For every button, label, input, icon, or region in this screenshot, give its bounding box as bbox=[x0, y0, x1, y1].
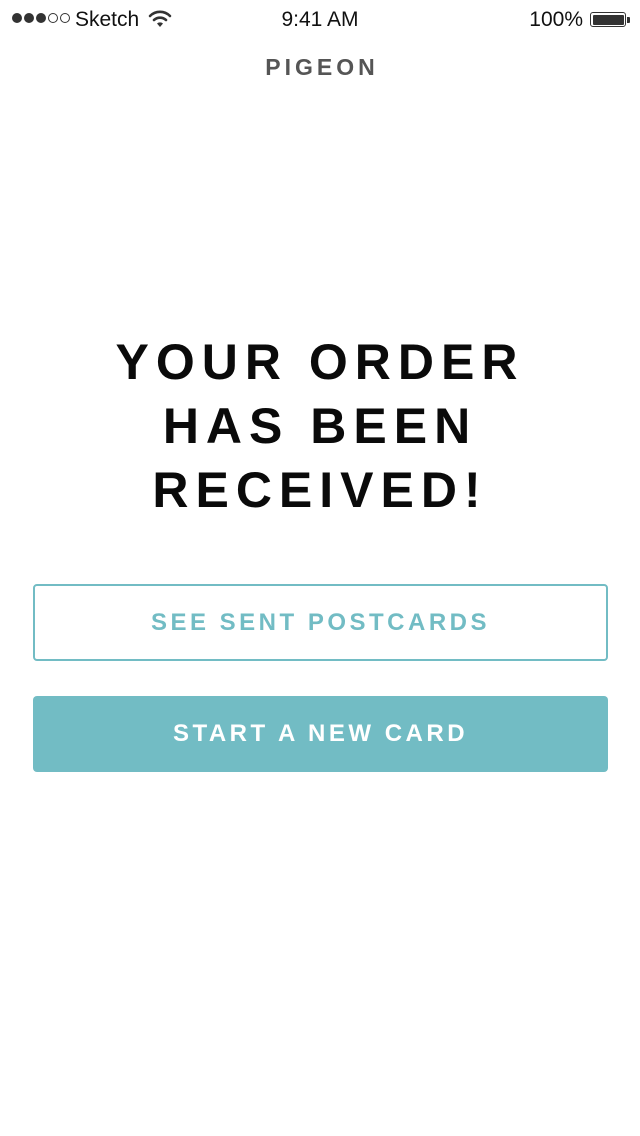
status-bar: Sketch 9:41 AM 100% bbox=[0, 0, 640, 40]
start-new-card-button[interactable]: START A NEW CARD bbox=[33, 696, 608, 772]
order-confirmation-heading: YOUR ORDER HAS BEEN RECEIVED! bbox=[60, 330, 580, 522]
app-title: PIGEON bbox=[265, 54, 379, 80]
battery-percentage: 100% bbox=[529, 8, 583, 31]
battery-icon bbox=[590, 12, 626, 27]
heading-line: YOUR ORDER bbox=[115, 334, 525, 390]
battery-fill bbox=[592, 14, 624, 25]
see-sent-postcards-button[interactable]: SEE SENT POSTCARDS bbox=[33, 584, 608, 661]
heading-line: RECEIVED! bbox=[152, 462, 488, 518]
battery-nub bbox=[627, 17, 630, 23]
heading-line: HAS BEEN bbox=[162, 398, 478, 454]
